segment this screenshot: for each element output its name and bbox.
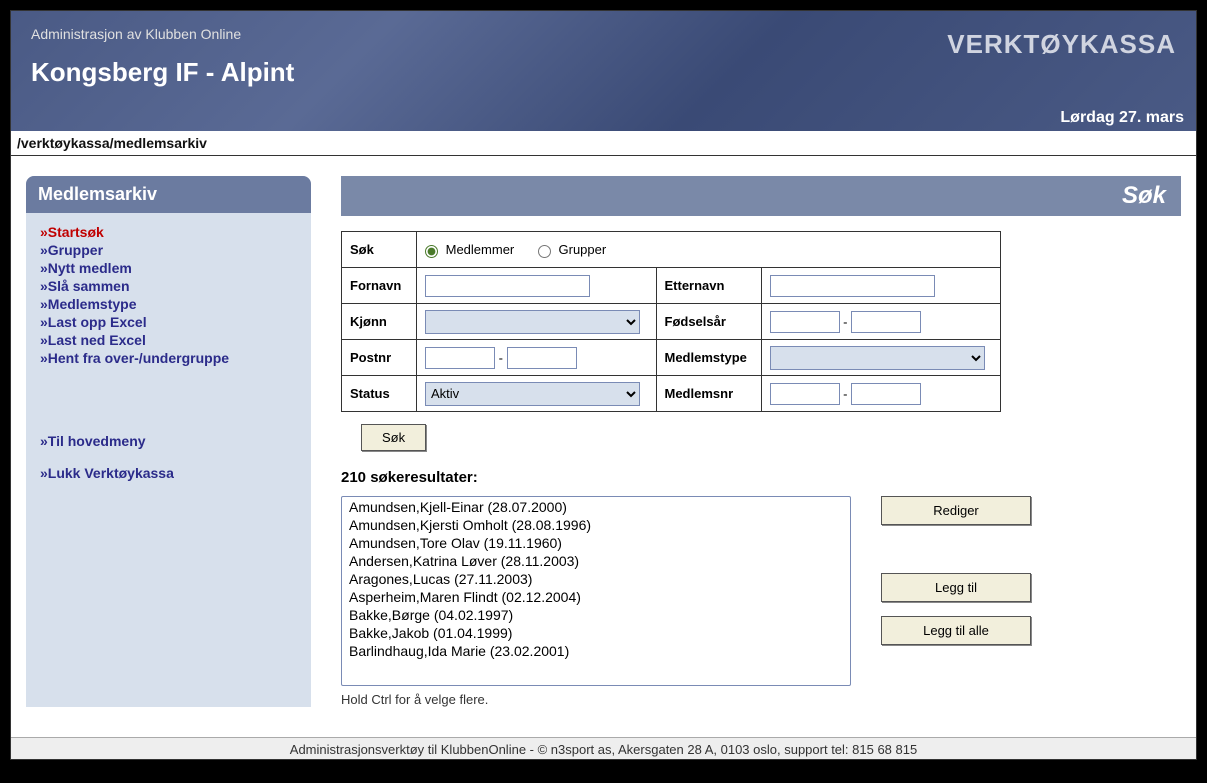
list-item[interactable]: Amundsen,Kjersti Omholt (28.08.1996) xyxy=(343,516,849,534)
kjonn-select[interactable] xyxy=(425,310,640,334)
list-item[interactable]: Aragones,Lucas (27.11.2003) xyxy=(343,570,849,588)
nav-til-hovedmeny[interactable]: »Til hovedmeny xyxy=(40,433,146,449)
results-count: 210 søkeresultater: xyxy=(341,469,1181,486)
radio-medlemmer[interactable]: Medlemmer xyxy=(425,242,518,257)
nav-hent-fra-gruppe[interactable]: »Hent fra over-/undergruppe xyxy=(40,350,229,366)
fodselsar-from-input[interactable] xyxy=(770,311,840,333)
nav-sla-sammen[interactable]: »Slå sammen xyxy=(40,278,130,294)
nav-last-ned-excel[interactable]: »Last ned Excel xyxy=(40,332,146,348)
label-medlemsnr: Medlemsnr xyxy=(656,376,761,412)
medlemsnr-from-input[interactable] xyxy=(770,383,840,405)
nav-grupper[interactable]: »Grupper xyxy=(40,242,103,258)
footer: Administrasjonsverktøy til KlubbenOnline… xyxy=(11,737,1196,759)
panel-title: Søk xyxy=(341,176,1181,216)
rediger-button[interactable]: Rediger xyxy=(881,496,1031,525)
nav-last-opp-excel[interactable]: »Last opp Excel xyxy=(40,314,147,330)
sidebar-title: Medlemsarkiv xyxy=(26,176,311,213)
fodselsar-to-input[interactable] xyxy=(851,311,921,333)
range-sep-3: - xyxy=(843,386,847,401)
etternavn-input[interactable] xyxy=(770,275,935,297)
nav-medlemstype[interactable]: »Medlemstype xyxy=(40,296,136,312)
label-etternavn: Etternavn xyxy=(656,268,761,304)
list-item[interactable]: Asperheim,Maren Flindt (02.12.2004) xyxy=(343,588,849,606)
radio-grupper-input[interactable] xyxy=(538,245,551,258)
list-item[interactable]: Amundsen,Tore Olav (19.11.1960) xyxy=(343,534,849,552)
medlemsnr-to-input[interactable] xyxy=(851,383,921,405)
radio-grupper[interactable]: Grupper xyxy=(538,242,606,257)
legg-til-button[interactable]: Legg til xyxy=(881,573,1031,602)
medlemstype-select[interactable] xyxy=(770,346,985,370)
nav-startsok[interactable]: »Startsøk xyxy=(40,224,104,240)
list-item[interactable]: Andersen,Katrina Løver (28.11.2003) xyxy=(343,552,849,570)
legg-til-alle-button[interactable]: Legg til alle xyxy=(881,616,1031,645)
status-select[interactable]: Aktiv xyxy=(425,382,640,406)
label-medlemstype: Medlemstype xyxy=(656,340,761,376)
radio-medlemmer-input[interactable] xyxy=(425,245,438,258)
logo-text: VERKTØYKASSA xyxy=(947,29,1176,60)
sok-button[interactable]: Søk xyxy=(361,424,426,451)
list-item[interactable]: Bakke,Jakob (01.04.1999) xyxy=(343,624,849,642)
label-status: Status xyxy=(342,376,417,412)
nav-nytt-medlem[interactable]: »Nytt medlem xyxy=(40,260,132,276)
radio-medlemmer-label: Medlemmer xyxy=(446,242,515,257)
label-fodselsar: Fødselsår xyxy=(656,304,761,340)
date-line: Lørdag 27. mars xyxy=(1060,109,1184,127)
label-kjonn: Kjønn xyxy=(342,304,417,340)
search-form-table: Søk Medlemmer Grupper Fornavn xyxy=(341,231,1001,412)
radio-grupper-label: Grupper xyxy=(559,242,607,257)
list-item[interactable]: Bakke,Børge (04.02.1997) xyxy=(343,606,849,624)
postnr-from-input[interactable] xyxy=(425,347,495,369)
nav-lukk-verktoykassa[interactable]: »Lukk Verktøykassa xyxy=(40,465,174,481)
range-sep-2: - xyxy=(499,350,503,365)
sidebar: Medlemsarkiv »Startsøk »Grupper »Nytt medl… xyxy=(26,176,311,707)
banner: Administrasjon av Klubben Online Kongsbe… xyxy=(11,11,1196,131)
list-item[interactable]: Barlindhaug,Ida Marie (23.02.2001) xyxy=(343,642,849,660)
results-list[interactable]: Amundsen,Kjell-Einar (28.07.2000)Amundse… xyxy=(341,496,851,686)
label-postnr: Postnr xyxy=(342,340,417,376)
range-sep: - xyxy=(843,314,847,329)
list-item[interactable]: Amundsen,Kjell-Einar (28.07.2000) xyxy=(343,498,849,516)
multiselect-hint: Hold Ctrl for å velge flere. xyxy=(341,692,1181,707)
label-sok: Søk xyxy=(342,232,417,268)
fornavn-input[interactable] xyxy=(425,275,590,297)
breadcrumb: /verktøykassa/medlemsarkiv xyxy=(11,131,1196,156)
postnr-to-input[interactable] xyxy=(507,347,577,369)
club-title: Kongsberg IF - Alpint xyxy=(31,57,1176,88)
label-fornavn: Fornavn xyxy=(342,268,417,304)
